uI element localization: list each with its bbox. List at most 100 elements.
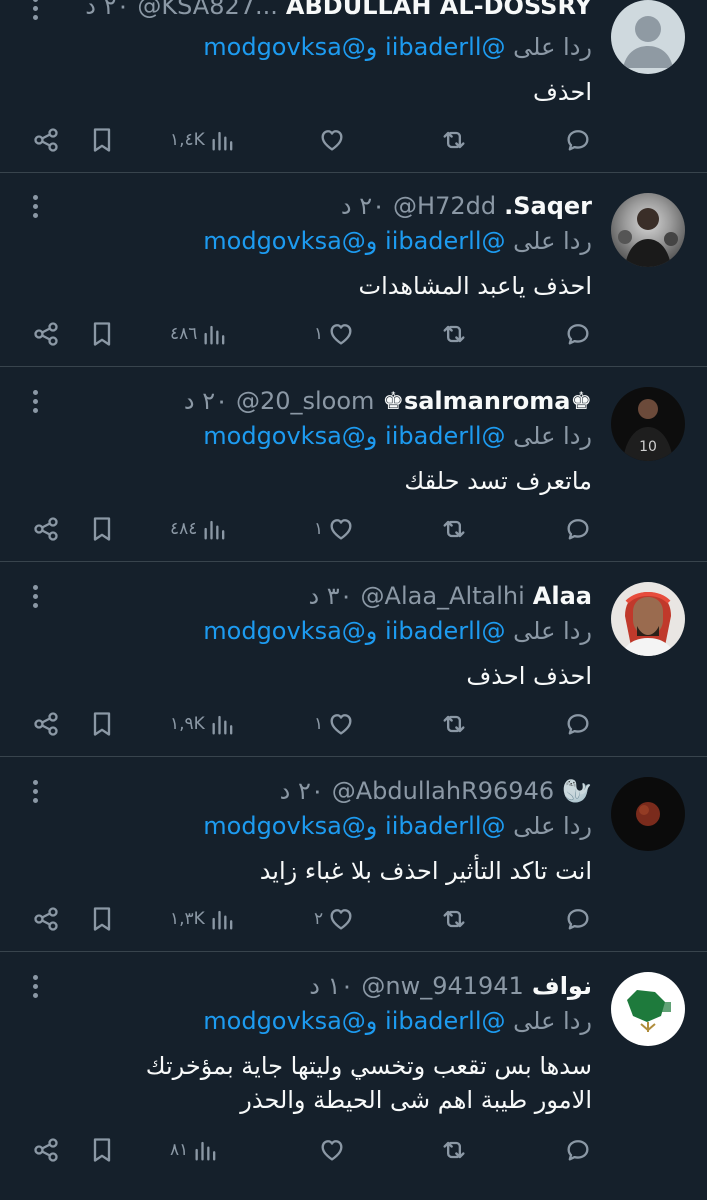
display-name[interactable]: Saqer. — [504, 192, 592, 220]
reply-button[interactable] — [564, 120, 592, 160]
reply-button[interactable] — [564, 314, 592, 354]
views-count: ١,٤K — [170, 130, 205, 150]
timestamp[interactable]: ١٠ د — [309, 972, 353, 1000]
tweet[interactable]: Saqer. @H72dd ٢٠ د ردا على @iibaderll و@… — [0, 173, 707, 367]
views-count: ٤٨٤ — [170, 519, 198, 539]
retweet-icon — [443, 1141, 465, 1159]
mention-link[interactable]: @iibaderll — [385, 812, 505, 840]
mention-link[interactable]: @iibaderll — [385, 617, 505, 645]
reply-button[interactable] — [564, 899, 592, 939]
bookmark-button[interactable] — [88, 1130, 116, 1170]
display-name[interactable]: 🦭 — [562, 777, 592, 805]
reply-button[interactable] — [564, 509, 592, 549]
like-button[interactable] — [314, 120, 346, 160]
views-button[interactable]: ٨١ — [170, 1130, 220, 1170]
retweet-icon — [443, 715, 465, 733]
share-button[interactable] — [32, 314, 60, 354]
bookmark-button[interactable] — [88, 314, 116, 354]
tweet[interactable]: ABDULLAH AL-DOSSRY @KSA827... ٢٠ د ردا ع… — [0, 0, 707, 173]
mention-link[interactable]: @modgovksa — [203, 1007, 366, 1035]
more-icon[interactable] — [22, 190, 48, 222]
replying-to-label: ردا على — [513, 33, 592, 61]
display-name[interactable]: نواف — [532, 972, 592, 1000]
avatar[interactable] — [611, 972, 685, 1046]
tweet[interactable]: 10 ♚salmanroma♚ @20_sloom ٢٠ د ردا على @… — [0, 367, 707, 562]
avatar[interactable] — [611, 582, 685, 656]
handle[interactable]: @20_sloom — [236, 387, 374, 415]
bookmark-icon — [93, 907, 111, 931]
more-icon[interactable] — [22, 385, 48, 417]
replying-to: ردا على @iibaderll و@modgovksa — [20, 1007, 592, 1041]
mention-link[interactable]: @modgovksa — [203, 617, 366, 645]
like-icon — [330, 519, 352, 540]
tweet[interactable]: نواف @nw_941941 ١٠ د ردا على @iibaderll … — [0, 952, 707, 1200]
retweet-button[interactable] — [440, 120, 468, 160]
share-button[interactable] — [32, 509, 60, 549]
mention-link[interactable]: @iibaderll — [385, 227, 505, 255]
display-name[interactable]: ♚salmanroma♚ — [382, 387, 592, 415]
more-icon[interactable] — [22, 775, 48, 807]
handle[interactable]: @H72dd — [393, 192, 496, 220]
tweet[interactable]: Alaa @Alaa_Altalhi ٣٠ د ردا على @iibader… — [0, 562, 707, 757]
timestamp[interactable]: ٢٠ د — [280, 777, 324, 805]
reply-button[interactable] — [564, 1130, 592, 1170]
like-icon — [330, 714, 352, 735]
views-button[interactable]: ١,٤K — [170, 120, 237, 160]
handle[interactable]: @Alaa_Altalhi — [361, 582, 525, 610]
timestamp[interactable]: ٢٠ د — [341, 192, 385, 220]
share-icon — [34, 517, 58, 541]
more-icon[interactable] — [22, 0, 48, 24]
reply-button[interactable] — [564, 704, 592, 744]
like-button[interactable]: ٢ — [314, 899, 355, 939]
retweet-button[interactable] — [440, 899, 468, 939]
handle[interactable]: @AbdullahR96946 — [332, 777, 554, 805]
mention-joiner: و — [365, 617, 378, 645]
mention-link[interactable]: @iibaderll — [385, 33, 505, 61]
retweet-button[interactable] — [440, 704, 468, 744]
replying-to: ردا على @iibaderll و@modgovksa — [20, 227, 592, 261]
views-button[interactable]: ١,٩K — [170, 704, 237, 744]
avatar[interactable]: 10 — [611, 387, 685, 461]
bookmark-button[interactable] — [88, 704, 116, 744]
share-button[interactable] — [32, 899, 60, 939]
timestamp[interactable]: ٢٠ د — [85, 0, 129, 20]
views-button[interactable]: ٤٨٤ — [170, 509, 229, 549]
avatar[interactable] — [611, 193, 685, 267]
handle[interactable]: @KSA827... — [137, 0, 278, 20]
retweet-button[interactable] — [440, 1130, 468, 1170]
tweet[interactable]: 🦭 @AbdullahR96946 ٢٠ د ردا على @iibaderl… — [0, 757, 707, 952]
avatar[interactable] — [611, 0, 685, 74]
like-icon — [330, 324, 352, 345]
like-button[interactable] — [314, 1130, 346, 1170]
timestamp[interactable]: ٣٠ د — [308, 582, 352, 610]
retweet-button[interactable] — [440, 314, 468, 354]
bookmark-button[interactable] — [88, 899, 116, 939]
mention-link[interactable]: @modgovksa — [203, 33, 366, 61]
like-button[interactable]: ١ — [314, 509, 355, 549]
more-icon[interactable] — [22, 580, 48, 612]
mention-link[interactable]: @iibaderll — [385, 1007, 505, 1035]
mention-link[interactable]: @modgovksa — [203, 812, 366, 840]
views-icon — [204, 520, 225, 540]
mention-link[interactable]: @iibaderll — [385, 422, 505, 450]
share-button[interactable] — [32, 120, 60, 160]
mention-link[interactable]: @modgovksa — [203, 422, 366, 450]
mention-link[interactable]: @modgovksa — [203, 227, 366, 255]
bookmark-button[interactable] — [88, 509, 116, 549]
like-button[interactable]: ١ — [314, 704, 355, 744]
handle[interactable]: @nw_941941 — [361, 972, 523, 1000]
more-icon[interactable] — [22, 970, 48, 1002]
views-button[interactable]: ٤٨٦ — [170, 314, 229, 354]
views-button[interactable]: ١,٣K — [170, 899, 237, 939]
timestamp[interactable]: ٢٠ د — [184, 387, 228, 415]
display-name[interactable]: ABDULLAH AL-DOSSRY — [286, 0, 592, 20]
tweet-text-line: سدها بس تقعب وتخسي وليتها جاية بمؤخرتك — [145, 1052, 592, 1080]
avatar[interactable] — [611, 777, 685, 851]
share-button[interactable] — [32, 1130, 60, 1170]
tweet-actions: ٤٨٦ ١ — [20, 314, 607, 354]
share-button[interactable] — [32, 704, 60, 744]
display-name[interactable]: Alaa — [533, 582, 592, 610]
bookmark-button[interactable] — [88, 120, 116, 160]
like-button[interactable]: ١ — [314, 314, 355, 354]
retweet-button[interactable] — [440, 509, 468, 549]
